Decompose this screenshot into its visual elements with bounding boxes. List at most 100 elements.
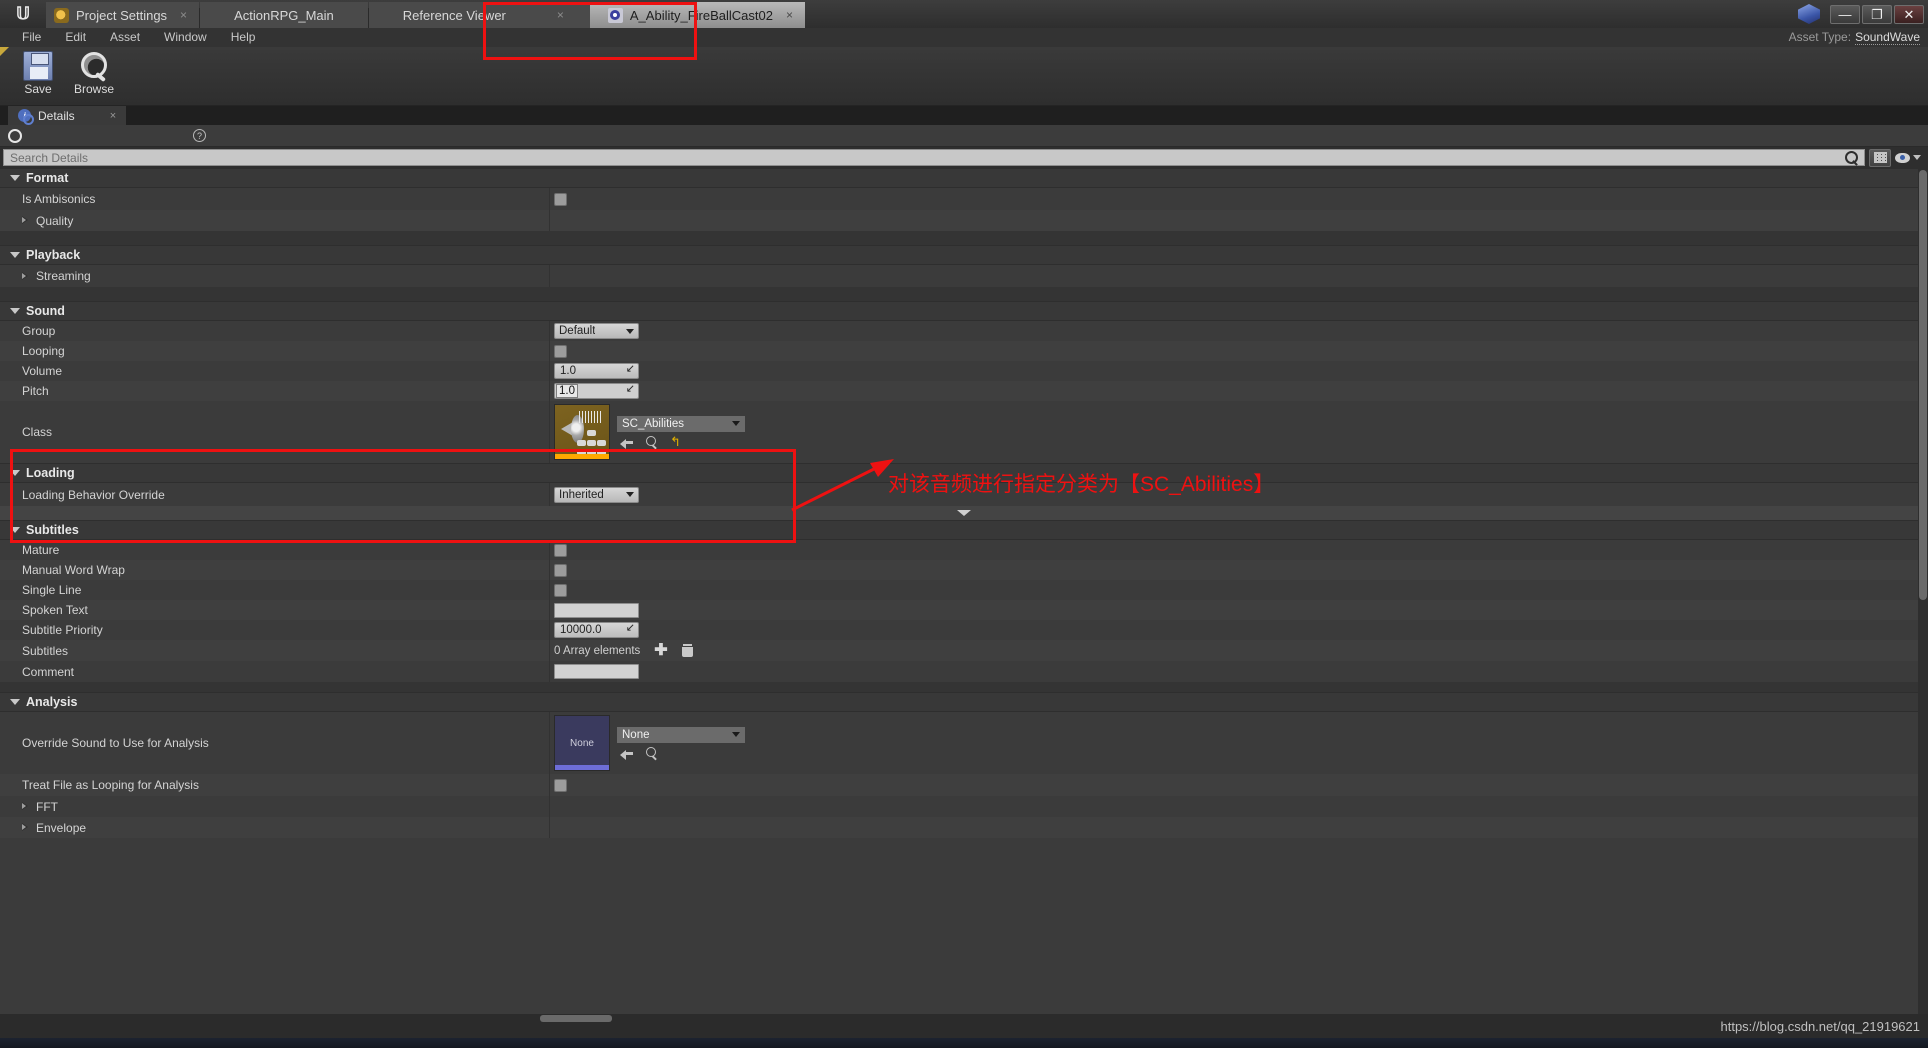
spoken-text-input[interactable] xyxy=(554,602,639,618)
sound-class-dropdown[interactable]: SC_Abilities xyxy=(617,415,745,432)
visibility-options-button[interactable] xyxy=(1895,152,1925,163)
chevron-right-icon[interactable] xyxy=(22,823,29,832)
row-envelope[interactable]: Envelope xyxy=(0,817,1928,838)
override-sound-dropdown[interactable]: None xyxy=(617,726,745,743)
volume-input[interactable]: 1.0 xyxy=(554,363,639,379)
treat-file-as-looping-checkbox[interactable] xyxy=(554,778,567,792)
manual-word-wrap-checkbox[interactable] xyxy=(554,563,567,577)
chevron-right-icon[interactable] xyxy=(22,802,29,811)
comment-input[interactable] xyxy=(554,664,639,679)
row-single-line[interactable]: Single Line xyxy=(0,580,1928,600)
browse-to-asset-icon[interactable] xyxy=(645,746,658,760)
browse-button[interactable]: Browse xyxy=(66,47,122,104)
column-divider xyxy=(549,817,550,838)
looping-checkbox[interactable] xyxy=(554,344,567,358)
menu-asset[interactable]: Asset xyxy=(98,28,152,47)
menu-edit[interactable]: Edit xyxy=(53,28,98,47)
add-element-icon[interactable]: ✚ xyxy=(654,642,667,658)
restore-button[interactable]: ❐ xyxy=(1862,4,1892,24)
vertical-scrollbar[interactable] xyxy=(1918,168,1928,1023)
tab-close-icon[interactable]: × xyxy=(180,8,187,22)
row-mature[interactable]: Mature xyxy=(0,540,1928,560)
row-override-sound-for-analysis[interactable]: Override Sound to Use for Analysis None … xyxy=(0,712,1928,774)
row-volume[interactable]: Volume 1.0 xyxy=(0,361,1928,381)
row-treat-file-as-looping[interactable]: Treat File as Looping for Analysis xyxy=(0,774,1928,796)
row-subtitles[interactable]: Subtitles 0 Array elements ✚ xyxy=(0,640,1928,661)
single-line-checkbox[interactable] xyxy=(554,583,567,597)
scrollbar-thumb[interactable] xyxy=(1919,170,1927,600)
pitch-input[interactable]: 1.0 xyxy=(554,383,639,399)
row-comment[interactable]: Comment xyxy=(0,661,1928,682)
reset-to-default-icon[interactable]: ↰ xyxy=(670,435,682,448)
row-streaming[interactable]: Streaming xyxy=(0,265,1928,287)
magnifier-icon xyxy=(79,51,109,81)
category-format[interactable]: Format xyxy=(0,168,1928,188)
collapse-section-button[interactable] xyxy=(0,506,1928,520)
search-icon[interactable] xyxy=(1845,151,1858,164)
sound-class-thumbnail[interactable] xyxy=(554,404,610,460)
chevron-right-icon[interactable] xyxy=(22,271,29,281)
subtitle-priority-input[interactable]: 10000.0 xyxy=(554,622,639,638)
sound-class-picker[interactable]: SC_Abilities ↰ xyxy=(554,404,745,460)
delete-all-elements-icon[interactable] xyxy=(681,644,693,657)
category-analysis[interactable]: Analysis xyxy=(0,692,1928,712)
row-group[interactable]: Group Default xyxy=(0,321,1928,341)
menu-window[interactable]: Window xyxy=(152,28,219,47)
loading-behavior-dropdown[interactable]: Inherited xyxy=(554,486,639,503)
property-text: Envelope xyxy=(36,820,87,835)
row-class[interactable]: Class SC_Abilities ↰ xyxy=(0,401,1928,463)
tab-a-ability-fireballcast02[interactable]: A_Ability_FireBallCast02 × xyxy=(589,2,805,28)
waveform-icon xyxy=(578,411,604,423)
menu-bar: File Edit Asset Window Help Asset Type: S… xyxy=(0,28,1928,47)
horizontal-scrollbar[interactable] xyxy=(0,1014,1928,1023)
annotation-arrow xyxy=(791,459,894,512)
row-manual-word-wrap[interactable]: Manual Word Wrap xyxy=(0,560,1928,580)
search-input[interactable] xyxy=(10,150,1845,165)
menu-file[interactable]: File xyxy=(10,28,53,47)
row-spoken-text[interactable]: Spoken Text xyxy=(0,600,1928,620)
column-divider xyxy=(549,640,550,661)
browse-to-asset-icon[interactable] xyxy=(645,435,658,449)
help-icon[interactable]: ? xyxy=(193,129,206,142)
override-sound-value: None xyxy=(622,728,650,741)
close-icon[interactable]: × xyxy=(110,110,116,122)
menu-help[interactable]: Help xyxy=(219,28,268,47)
tab-reference-viewer[interactable]: Reference Viewer × xyxy=(368,2,590,28)
category-playback[interactable]: Playback xyxy=(0,245,1928,265)
row-is-ambisonics[interactable]: Is Ambisonics xyxy=(0,188,1928,210)
group-dropdown[interactable]: Default xyxy=(554,323,639,339)
chevron-right-icon[interactable] xyxy=(22,216,29,225)
scrollbar-thumb[interactable] xyxy=(540,1015,612,1022)
property-label: Streaming xyxy=(0,269,549,283)
tab-actionrpg-main[interactable]: ActionRPG_Main xyxy=(200,2,368,28)
view-options-button[interactable] xyxy=(1869,148,1891,167)
tab-close-icon[interactable]: × xyxy=(786,8,793,22)
is-ambisonics-checkbox[interactable] xyxy=(554,192,567,206)
row-looping[interactable]: Looping xyxy=(0,341,1928,361)
mature-checkbox[interactable] xyxy=(554,543,567,557)
override-sound-picker[interactable]: None None xyxy=(554,715,745,771)
asset-type-label: Asset Type: SoundWave xyxy=(1789,28,1920,47)
close-button[interactable]: ✕ xyxy=(1894,4,1924,24)
row-pitch[interactable]: Pitch 1.0 xyxy=(0,381,1928,401)
save-button[interactable]: Save xyxy=(10,47,66,104)
drag-handle-icon[interactable] xyxy=(626,387,635,396)
use-selected-asset-icon[interactable] xyxy=(620,748,633,760)
row-quality[interactable]: Quality xyxy=(0,210,1928,231)
chevron-down-icon xyxy=(732,421,740,426)
category-subtitles[interactable]: Subtitles xyxy=(0,520,1928,540)
row-fft[interactable]: FFT xyxy=(0,796,1928,817)
tab-project-settings[interactable]: Project Settings × xyxy=(46,2,200,28)
row-subtitle-priority[interactable]: Subtitle Priority 10000.0 xyxy=(0,620,1928,640)
category-sound[interactable]: Sound xyxy=(0,301,1928,321)
drag-handle-icon[interactable] xyxy=(626,367,635,376)
search-box[interactable] xyxy=(3,149,1865,166)
use-selected-asset-icon[interactable] xyxy=(620,437,633,449)
drag-handle-icon[interactable] xyxy=(626,626,635,635)
lock-icon[interactable] xyxy=(8,128,22,143)
section-spacer xyxy=(0,231,1928,245)
tab-close-icon[interactable]: × xyxy=(557,8,564,22)
override-sound-thumbnail[interactable]: None xyxy=(554,715,610,771)
tab-details[interactable]: i Details × xyxy=(8,106,127,125)
minimize-button[interactable]: — xyxy=(1830,4,1860,24)
